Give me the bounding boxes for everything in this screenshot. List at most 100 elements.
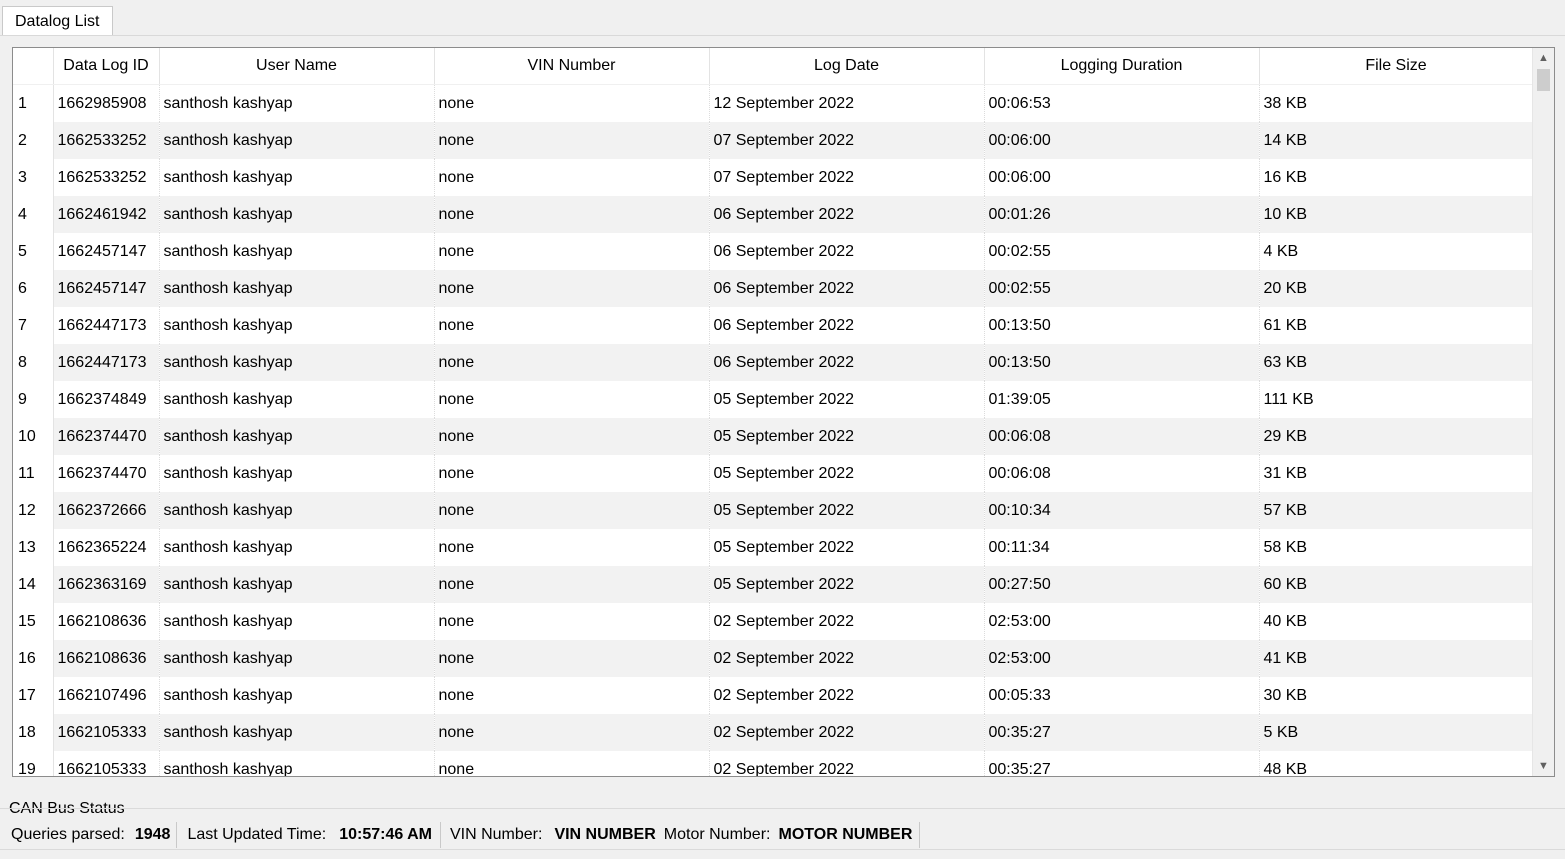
table-row[interactable]: 4 1662461942 santhosh kashyap none 06 Septem… <box>13 196 1534 233</box>
user-name-cell[interactable]: santhosh kashyap <box>159 307 435 344</box>
table-row[interactable]: 11 1662374470 santhosh kashyap none 05 Septe… <box>13 455 1534 492</box>
log-date-cell[interactable]: 02 September 2022 <box>709 751 985 776</box>
data-log-id-cell[interactable]: 1662533252 <box>53 159 160 196</box>
row-number[interactable]: 12 <box>13 492 54 529</box>
file-size-cell[interactable]: 38 KB <box>1259 84 1534 122</box>
user-name-cell[interactable]: santhosh kashyap <box>159 196 435 233</box>
log-date-cell[interactable]: 06 September 2022 <box>709 344 985 381</box>
data-log-id-cell[interactable]: 1662107496 <box>53 677 160 714</box>
log-date-cell[interactable]: 06 September 2022 <box>709 307 985 344</box>
log-date-cell[interactable]: 02 September 2022 <box>709 603 985 640</box>
logging-duration-cell[interactable]: 00:02:55 <box>984 270 1260 307</box>
data-log-id-cell[interactable]: 1662365224 <box>53 529 160 566</box>
log-date-cell[interactable]: 07 September 2022 <box>709 159 985 196</box>
data-log-id-cell[interactable]: 1662461942 <box>53 196 160 233</box>
row-number[interactable]: 15 <box>13 603 54 640</box>
logging-duration-cell[interactable]: 00:02:55 <box>984 233 1260 270</box>
file-size-cell[interactable]: 20 KB <box>1259 270 1534 307</box>
row-number[interactable]: 4 <box>13 196 54 233</box>
log-date-cell[interactable]: 06 September 2022 <box>709 196 985 233</box>
data-log-id-cell[interactable]: 1662457147 <box>53 270 160 307</box>
logging-duration-cell[interactable]: 00:06:00 <box>984 122 1260 159</box>
row-number[interactable]: 17 <box>13 677 54 714</box>
file-size-cell[interactable]: 58 KB <box>1259 529 1534 566</box>
log-date-cell[interactable]: 02 September 2022 <box>709 640 985 677</box>
logging-duration-cell[interactable]: 02:53:00 <box>984 640 1260 677</box>
file-size-cell[interactable]: 48 KB <box>1259 751 1534 776</box>
user-name-cell[interactable]: santhosh kashyap <box>159 233 435 270</box>
table-row[interactable]: 19 1662105333 santhosh kashyap none 02 Septe… <box>13 751 1534 776</box>
data-log-id-cell[interactable]: 1662374470 <box>53 455 160 492</box>
logging-duration-cell[interactable]: 00:06:00 <box>984 159 1260 196</box>
logging-duration-cell[interactable]: 00:35:27 <box>984 714 1260 751</box>
logging-duration-cell[interactable]: 00:06:08 <box>984 418 1260 455</box>
row-number[interactable]: 16 <box>13 640 54 677</box>
vin-number-cell[interactable]: none <box>434 196 710 233</box>
file-size-cell[interactable]: 60 KB <box>1259 566 1534 603</box>
data-log-id-cell[interactable]: 1662447173 <box>53 307 160 344</box>
table-row[interactable]: 3 1662533252 santhosh kashyap none 07 Septem… <box>13 159 1534 196</box>
row-number[interactable]: 13 <box>13 529 54 566</box>
file-size-cell[interactable]: 5 KB <box>1259 714 1534 751</box>
column-header-data-log-id[interactable]: Data Log ID <box>53 48 160 85</box>
file-size-cell[interactable]: 30 KB <box>1259 677 1534 714</box>
logging-duration-cell[interactable]: 00:10:34 <box>984 492 1260 529</box>
vin-number-cell[interactable]: none <box>434 751 710 776</box>
logging-duration-cell[interactable]: 01:39:05 <box>984 381 1260 418</box>
vin-number-cell[interactable]: none <box>434 270 710 307</box>
user-name-cell[interactable]: santhosh kashyap <box>159 122 435 159</box>
table-row[interactable]: 8 1662447173 santhosh kashyap none 06 Septem… <box>13 344 1534 381</box>
log-date-cell[interactable]: 06 September 2022 <box>709 233 985 270</box>
row-number[interactable]: 14 <box>13 566 54 603</box>
user-name-cell[interactable]: santhosh kashyap <box>159 84 435 122</box>
log-date-cell[interactable]: 05 September 2022 <box>709 492 985 529</box>
table-row[interactable]: 1 1662985908 santhosh kashyap none 12 Septem… <box>13 84 1534 122</box>
file-size-cell[interactable]: 41 KB <box>1259 640 1534 677</box>
table-row[interactable]: 10 1662374470 santhosh kashyap none 05 Septe… <box>13 418 1534 455</box>
user-name-cell[interactable]: santhosh kashyap <box>159 677 435 714</box>
vin-number-cell[interactable]: none <box>434 381 710 418</box>
vin-number-cell[interactable]: none <box>434 159 710 196</box>
logging-duration-cell[interactable]: 00:06:08 <box>984 455 1260 492</box>
user-name-cell[interactable]: santhosh kashyap <box>159 270 435 307</box>
user-name-cell[interactable]: santhosh kashyap <box>159 492 435 529</box>
row-number[interactable]: 3 <box>13 159 54 196</box>
logging-duration-cell[interactable]: 00:27:50 <box>984 566 1260 603</box>
log-date-cell[interactable]: 07 September 2022 <box>709 122 985 159</box>
table-row[interactable]: 14 1662363169 santhosh kashyap none 05 Septe… <box>13 566 1534 603</box>
column-header-logging-duration[interactable]: Logging Duration <box>984 48 1260 85</box>
table-row[interactable]: 6 1662457147 santhosh kashyap none 06 Septem… <box>13 270 1534 307</box>
logging-duration-cell[interactable]: 02:53:00 <box>984 603 1260 640</box>
logging-duration-cell[interactable]: 00:11:34 <box>984 529 1260 566</box>
file-size-cell[interactable]: 40 KB <box>1259 603 1534 640</box>
file-size-cell[interactable]: 10 KB <box>1259 196 1534 233</box>
vertical-scrollbar[interactable]: ▲ ▼ <box>1532 48 1554 776</box>
vin-number-cell[interactable]: none <box>434 529 710 566</box>
file-size-cell[interactable]: 111 KB <box>1259 381 1534 418</box>
logging-duration-cell[interactable]: 00:35:27 <box>984 751 1260 776</box>
data-log-id-cell[interactable]: 1662985908 <box>53 84 160 122</box>
row-number[interactable]: 8 <box>13 344 54 381</box>
row-number[interactable]: 9 <box>13 381 54 418</box>
user-name-cell[interactable]: santhosh kashyap <box>159 566 435 603</box>
vin-number-cell[interactable]: none <box>434 492 710 529</box>
vin-number-cell[interactable]: none <box>434 603 710 640</box>
log-date-cell[interactable]: 05 September 2022 <box>709 529 985 566</box>
data-log-id-cell[interactable]: 1662108636 <box>53 603 160 640</box>
scroll-down-icon[interactable]: ▼ <box>1533 756 1554 776</box>
file-size-cell[interactable]: 4 KB <box>1259 233 1534 270</box>
data-log-id-cell[interactable]: 1662374849 <box>53 381 160 418</box>
data-log-id-cell[interactable]: 1662457147 <box>53 233 160 270</box>
user-name-cell[interactable]: santhosh kashyap <box>159 418 435 455</box>
row-number[interactable]: 2 <box>13 122 54 159</box>
file-size-cell[interactable]: 29 KB <box>1259 418 1534 455</box>
data-log-id-cell[interactable]: 1662372666 <box>53 492 160 529</box>
data-log-id-cell[interactable]: 1662533252 <box>53 122 160 159</box>
row-number[interactable]: 6 <box>13 270 54 307</box>
table-row[interactable]: 12 1662372666 santhosh kashyap none 05 Septe… <box>13 492 1534 529</box>
user-name-cell[interactable]: santhosh kashyap <box>159 159 435 196</box>
column-header-user-name[interactable]: User Name <box>159 48 435 85</box>
data-log-id-cell[interactable]: 1662447173 <box>53 344 160 381</box>
data-log-id-cell[interactable]: 1662105333 <box>53 751 160 776</box>
user-name-cell[interactable]: santhosh kashyap <box>159 640 435 677</box>
